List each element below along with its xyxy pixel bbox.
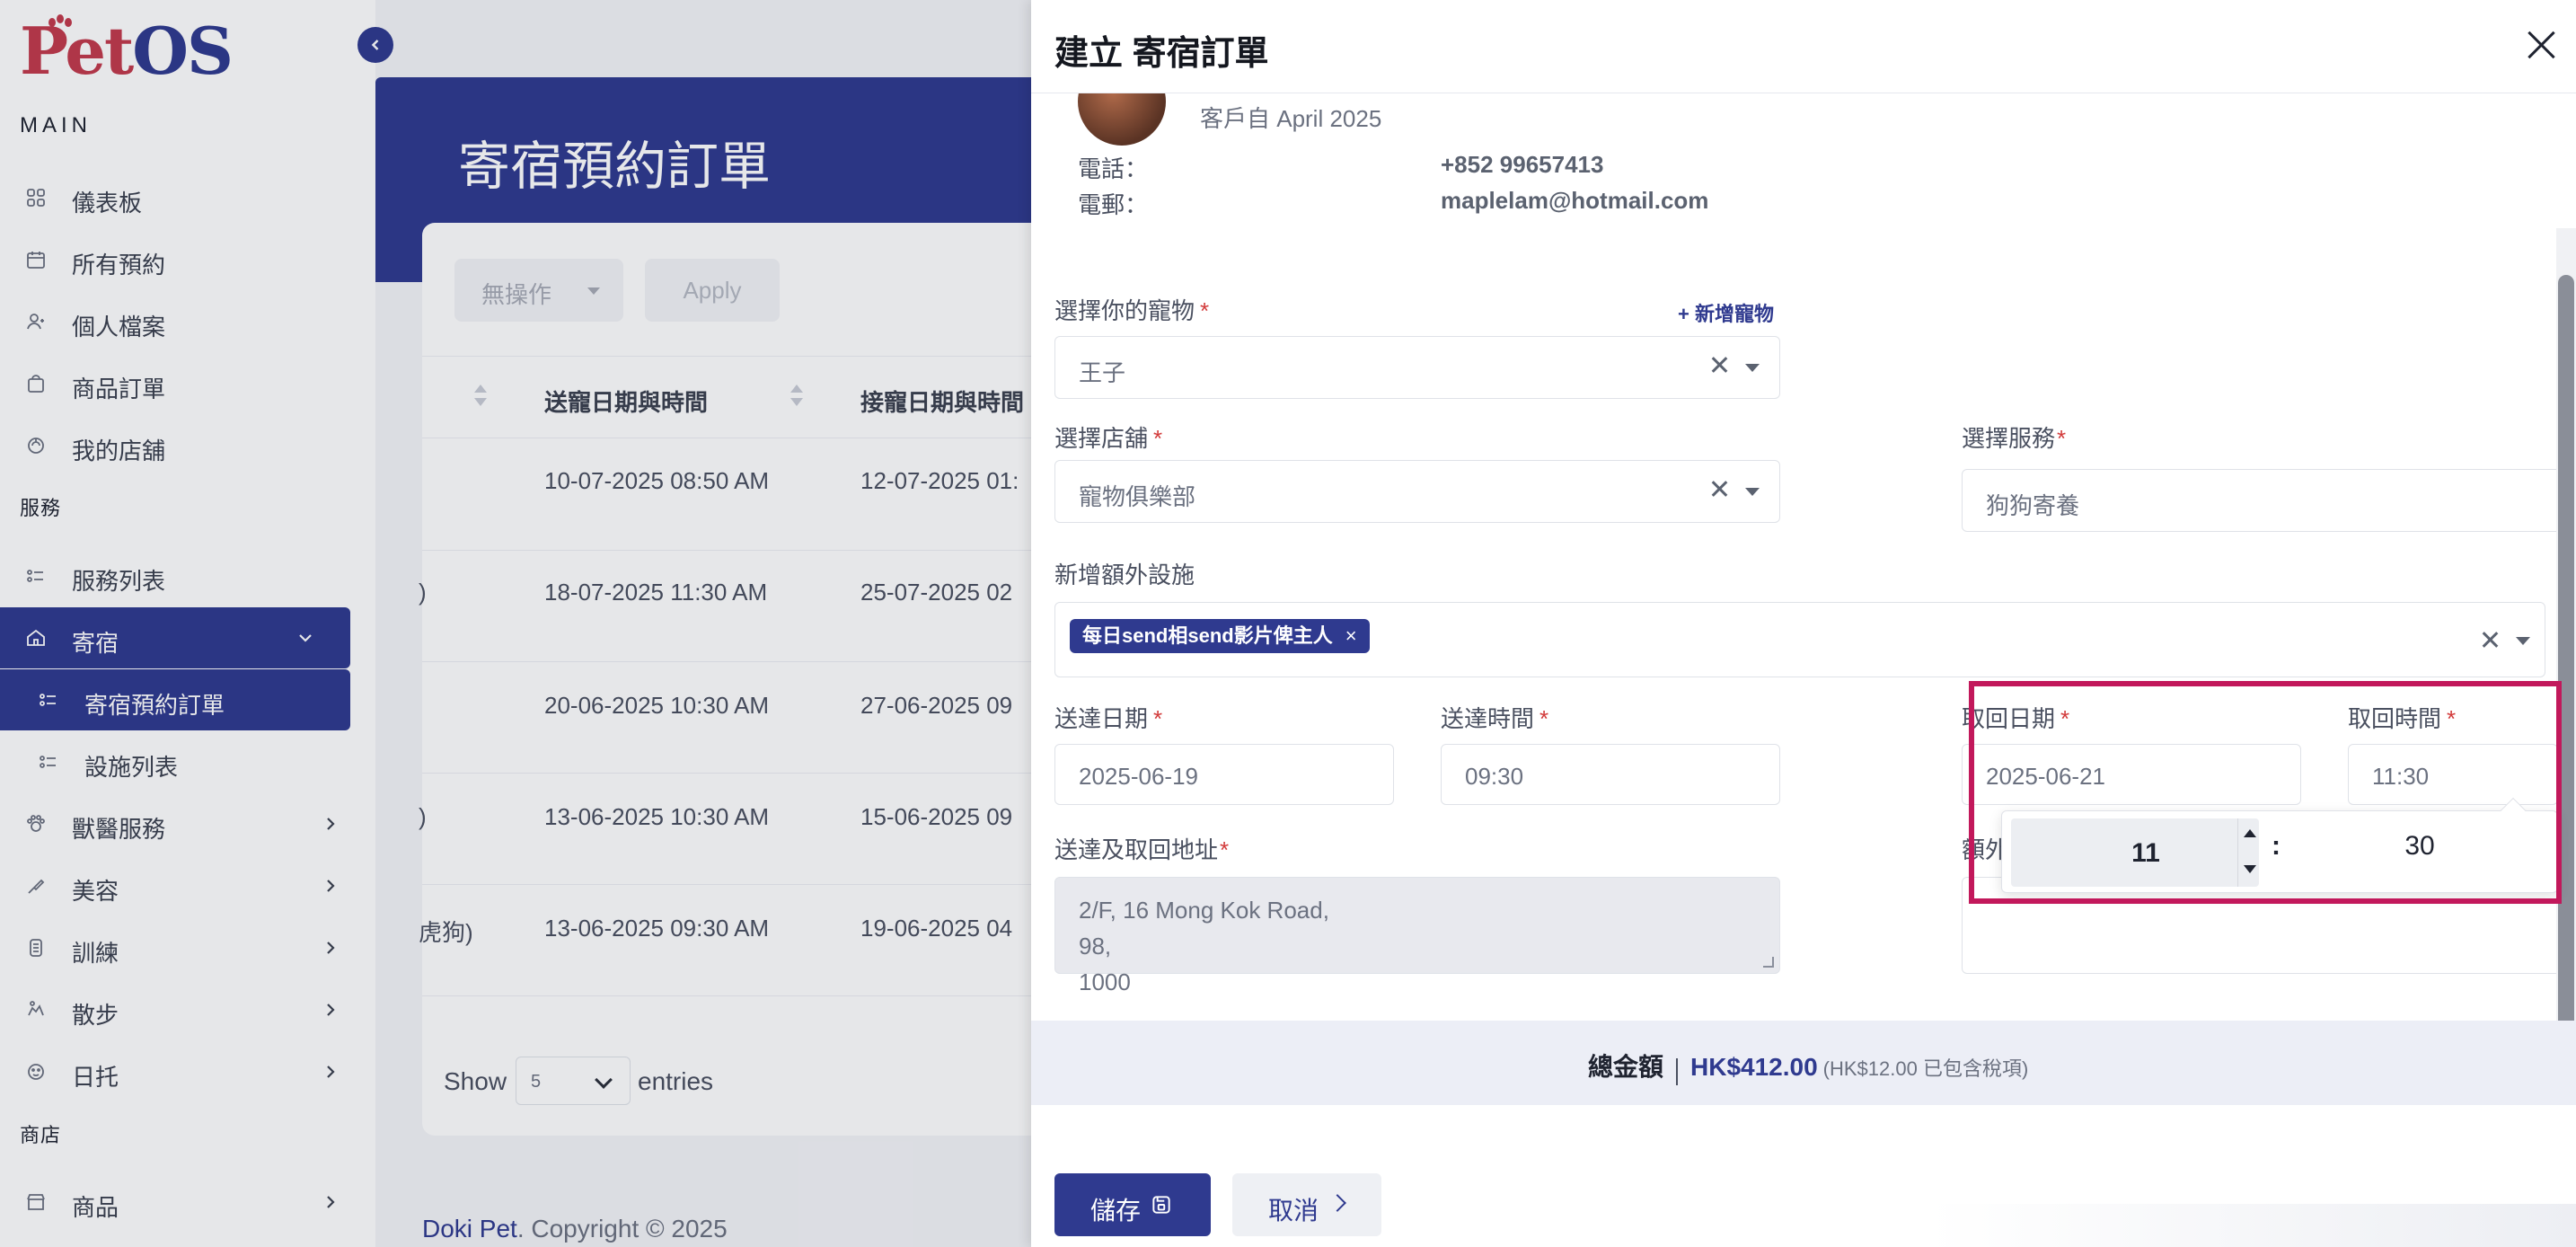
caret-down-icon [1745,364,1760,372]
facilities-multiselect[interactable]: 每日send相send影片俾主人 × [1054,602,2545,677]
drawer-header: 建立 寄宿訂單 [1031,0,2576,93]
save-icon [1152,1196,1170,1214]
pet-select[interactable]: 王子 [1054,336,1780,399]
resize-handle-icon[interactable] [1763,957,1774,968]
customer-avatar [1078,93,1166,146]
clear-icon[interactable] [1709,355,1729,375]
email-value: maplelam@hotmail.com [1441,187,1709,214]
total-amount: HK$412.00 [1690,1053,1818,1081]
pet-label: 選擇你的寵物 * [1054,297,1210,324]
scrollbar-thumb[interactable] [2558,275,2574,1021]
service-label: 選擇服務* [1962,425,2067,452]
store-select[interactable]: 寵物俱樂部 [1054,460,1780,523]
chevron-right-icon [1328,1194,1346,1212]
customer-since: 客戶自 April 2025 [1200,105,1382,132]
facilities-label: 新增額外設施 [1054,562,1195,588]
dropoff-date-input[interactable]: 2025-06-19 [1054,744,1394,805]
address-label: 送達及取回地址* [1054,836,1230,863]
phone-value: +852 99657413 [1441,151,1604,178]
drawer-body: 客戶自 April 2025 電話： +852 99657413 電郵： map… [1031,93,2576,1021]
bottom-shadow [1929,1204,2576,1247]
drawer-title: 建立 寄宿訂單 [1054,35,1269,73]
annotation-highlight [1969,681,2562,904]
total-label: 總金額 [1588,1053,1664,1081]
address-textarea: 2/F, 16 Mong Kok Road, 98, 1000 [1054,877,1780,995]
phone-label: 電話： [1078,155,1149,182]
store-label: 選擇店舖 * [1054,425,1163,452]
dropoff-time-input[interactable]: 09:30 [1441,744,1780,805]
create-boarding-order-drawer: 建立 寄宿訂單 客戶自 April 2025 電話： +852 99657413… [1031,0,2576,1247]
close-icon[interactable] [2526,29,2556,59]
clear-icon[interactable] [2480,630,2500,650]
email-label: 電郵： [1078,191,1149,218]
cancel-button[interactable]: 取消 [1232,1173,1381,1236]
total-bar: 總金額 HK$412.00 (HK$12.00 已包含稅項) [1031,1021,2576,1105]
caret-down-icon [1745,488,1760,496]
tax-note: (HK$12.00 已包含稅項) [1822,1057,2029,1080]
dropoff-date-label: 送達日期 * [1054,705,1163,732]
add-pet-link[interactable]: + 新增寵物 [1678,298,1774,327]
dropoff-time-label: 送達時間 * [1441,705,1549,732]
caret-down-icon [2516,637,2530,645]
service-select[interactable]: 狗狗寄養 [1962,469,2576,532]
save-button[interactable]: 儲存 [1054,1173,1211,1236]
facility-tag: 每日send相send影片俾主人 × [1070,619,1370,653]
total-divider [1676,1057,1679,1085]
tag-remove-icon[interactable]: × [1345,624,1357,647]
clear-icon[interactable] [1709,479,1729,499]
